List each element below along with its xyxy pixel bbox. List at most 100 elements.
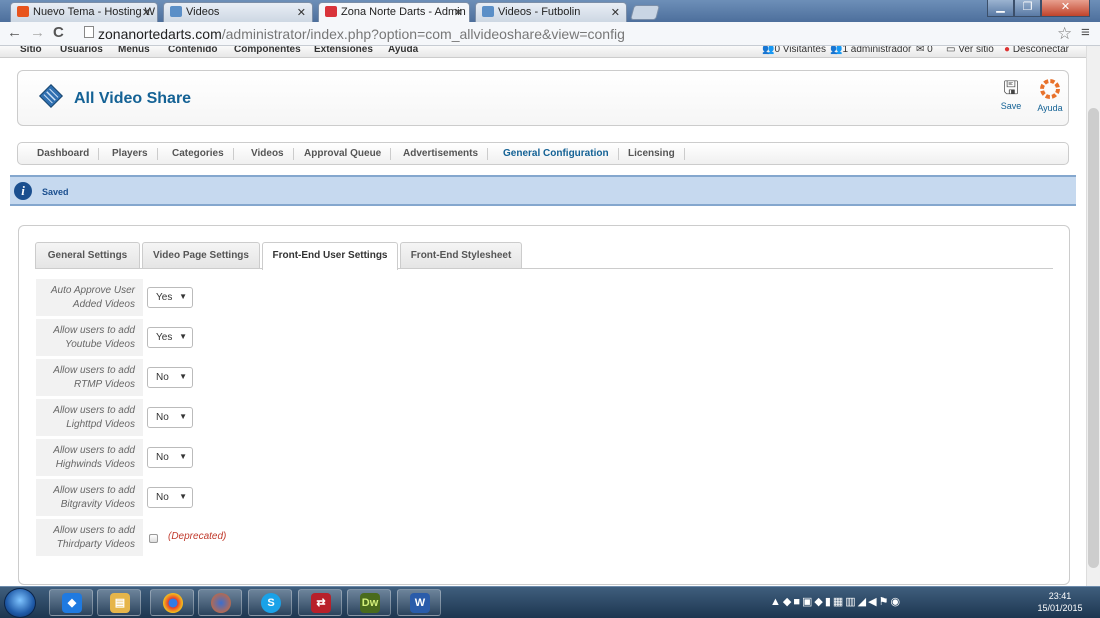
taskbar-app[interactable]: Dw <box>347 589 391 616</box>
scrollbar-thumb[interactable] <box>1088 108 1099 568</box>
close-icon[interactable]: ✕ <box>454 6 463 19</box>
taskbar-app[interactable]: W <box>397 589 441 616</box>
dropdown-arrow-icon: ▼ <box>179 492 187 501</box>
tab-general-settings[interactable]: General Settings <box>35 242 140 269</box>
lifebuoy-icon <box>1040 79 1060 99</box>
admins-count: 👥1 administrador <box>830 46 912 55</box>
help-button[interactable]: Ayuda <box>1033 79 1067 113</box>
browser-tab[interactable]: Videos ✕ <box>163 2 313 22</box>
windows-taskbar: ◆ ▤ S ⇄ Dw W ▲◆■▣◆▮▦▥◢◀⚑◉ 23:41 15/01/201… <box>0 586 1100 618</box>
dreamweaver-icon: Dw <box>360 593 380 613</box>
users-icon: 👥 <box>762 46 775 55</box>
mail-icon: ✉ <box>916 46 925 55</box>
setting-row: Allow users to add Youtube Videos Yes ▼ <box>36 319 1036 357</box>
taskbar-app[interactable] <box>150 589 194 616</box>
tab-front-end-stylesheet[interactable]: Front-End Stylesheet <box>400 242 522 269</box>
info-icon: i <box>14 182 32 200</box>
taskbar-app[interactable]: ◆ <box>49 589 93 616</box>
address-bar[interactable]: zonanortedarts.com/administrator/index.p… <box>80 24 1080 44</box>
setting-label: Allow users to add RTMP Videos <box>36 359 143 397</box>
floppy-disk-icon: 🖫 <box>1003 78 1019 98</box>
hamburger-menu-icon[interactable]: ≡ <box>1081 24 1090 41</box>
word-icon: W <box>410 593 430 613</box>
visitors-count: 👥0 Visitantes <box>762 46 826 55</box>
submenu-categories[interactable]: Categories <box>163 148 234 160</box>
system-message: i Saved <box>10 175 1076 206</box>
taskbar-app[interactable]: S <box>248 589 292 616</box>
taskbar-app[interactable]: ⇄ <box>298 589 342 616</box>
forward-icon[interactable]: → <box>30 25 45 41</box>
menu-ayuda[interactable]: Ayuda <box>388 46 418 55</box>
deprecated-note: (Deprecated) <box>168 531 227 542</box>
users-icon: 👥 <box>830 46 843 55</box>
page-title: All Video Share <box>74 90 192 107</box>
setting-label: Allow users to add Youtube Videos <box>36 319 143 357</box>
admin-menu-bar: Sitio Usuarios Menús Contenido Component… <box>0 46 1086 58</box>
messages-count[interactable]: ✉ 0 <box>916 46 933 55</box>
thirdparty-videos-checkbox[interactable] <box>149 534 158 543</box>
darts-icon <box>325 6 337 17</box>
joomla-icon <box>482 6 494 17</box>
bitgravity-videos-select[interactable]: No ▼ <box>147 487 193 508</box>
browser-tab[interactable]: Nuevo Tema - Hosting W ✕ <box>10 2 158 22</box>
dropdown-arrow-icon: ▼ <box>179 452 187 461</box>
chrome-icon <box>163 593 183 613</box>
tab-front-end-user-settings[interactable]: Front-End User Settings <box>262 242 398 270</box>
firefox-icon <box>211 593 231 613</box>
menu-menus[interactable]: Menús <box>118 46 150 55</box>
taskbar-app[interactable] <box>198 589 242 616</box>
power-icon: ● <box>1004 46 1011 55</box>
dropdown-arrow-icon: ▼ <box>179 372 187 381</box>
auto-approve-select[interactable]: Yes ▼ <box>147 287 193 308</box>
vertical-scrollbar[interactable] <box>1086 46 1100 586</box>
browser-tab[interactable]: Videos - Futbolin ✕ <box>475 2 627 22</box>
rtmp-videos-select[interactable]: No ▼ <box>147 367 193 388</box>
dropdown-arrow-icon: ▼ <box>179 412 187 421</box>
browser-tab-active[interactable]: Zona Norte Darts - Admin ✕ <box>318 2 470 23</box>
close-icon[interactable]: ✕ <box>142 6 151 19</box>
submenu-videos[interactable]: Videos <box>242 148 294 160</box>
setting-row: Allow users to add Thirdparty Videos (Dep… <box>36 519 1036 557</box>
component-submenu: Dashboard Players Categories Videos Appr… <box>17 142 1069 165</box>
filezilla-icon: ⇄ <box>311 593 331 613</box>
highwinds-videos-select[interactable]: No ▼ <box>147 447 193 468</box>
close-icon[interactable]: ✕ <box>297 6 306 19</box>
system-tray[interactable]: ▲◆■▣◆▮▦▥◢◀⚑◉ <box>770 595 902 608</box>
video-share-logo-icon <box>38 83 64 109</box>
logout-link[interactable]: ● Desconectar <box>1004 46 1069 55</box>
submenu-players[interactable]: Players <box>103 148 158 160</box>
menu-extensiones[interactable]: Extensiones <box>314 46 373 55</box>
close-icon[interactable]: ✕ <box>611 6 620 19</box>
menu-usuarios[interactable]: Usuarios <box>60 46 103 55</box>
reload-icon[interactable]: C <box>53 25 64 41</box>
submenu-licensing[interactable]: Licensing <box>619 148 685 160</box>
lighttpd-videos-select[interactable]: No ▼ <box>147 407 193 428</box>
new-tab-button[interactable] <box>629 5 661 20</box>
setting-row: Allow users to add Lighttpd Videos No ▼ <box>36 399 1036 437</box>
back-icon[interactable]: ← <box>7 25 22 41</box>
bookmark-star-icon[interactable]: ☆ <box>1057 24 1072 44</box>
maximize-button[interactable]: ❐ <box>1014 0 1041 17</box>
setting-row: Allow users to add Highwinds Videos No ▼ <box>36 439 1036 477</box>
menu-sitio[interactable]: Sitio <box>20 46 42 55</box>
save-button[interactable]: 🖫 Save <box>994 79 1028 111</box>
menu-componentes[interactable]: Componentes <box>234 46 301 55</box>
submenu-dashboard[interactable]: Dashboard <box>28 148 100 160</box>
close-window-button[interactable]: ✕ <box>1041 0 1090 17</box>
start-button[interactable] <box>4 588 36 618</box>
view-site-link[interactable]: ▭ Ver sitio <box>946 46 994 55</box>
message-text: Saved <box>42 187 69 197</box>
minimize-button[interactable]: ▁ <box>987 0 1014 17</box>
setting-label: Allow users to add Lighttpd Videos <box>36 399 143 437</box>
youtube-videos-select[interactable]: Yes ▼ <box>147 327 193 348</box>
submenu-general-configuration[interactable]: General Configuration <box>494 148 619 160</box>
submenu-approval-queue[interactable]: Approval Queue <box>295 148 392 160</box>
tab-video-page-settings[interactable]: Video Page Settings <box>142 242 260 269</box>
dropbox-icon: ◆ <box>62 593 82 613</box>
taskbar-clock[interactable]: 23:41 15/01/2015 <box>1030 590 1090 614</box>
taskbar-app[interactable]: ▤ <box>97 589 141 616</box>
submenu-advertisements[interactable]: Advertisements <box>394 148 489 160</box>
setting-row: Allow users to add RTMP Videos No ▼ <box>36 359 1036 397</box>
setting-label: Allow users to add Thirdparty Videos <box>36 519 143 557</box>
menu-contenido[interactable]: Contenido <box>168 46 217 55</box>
